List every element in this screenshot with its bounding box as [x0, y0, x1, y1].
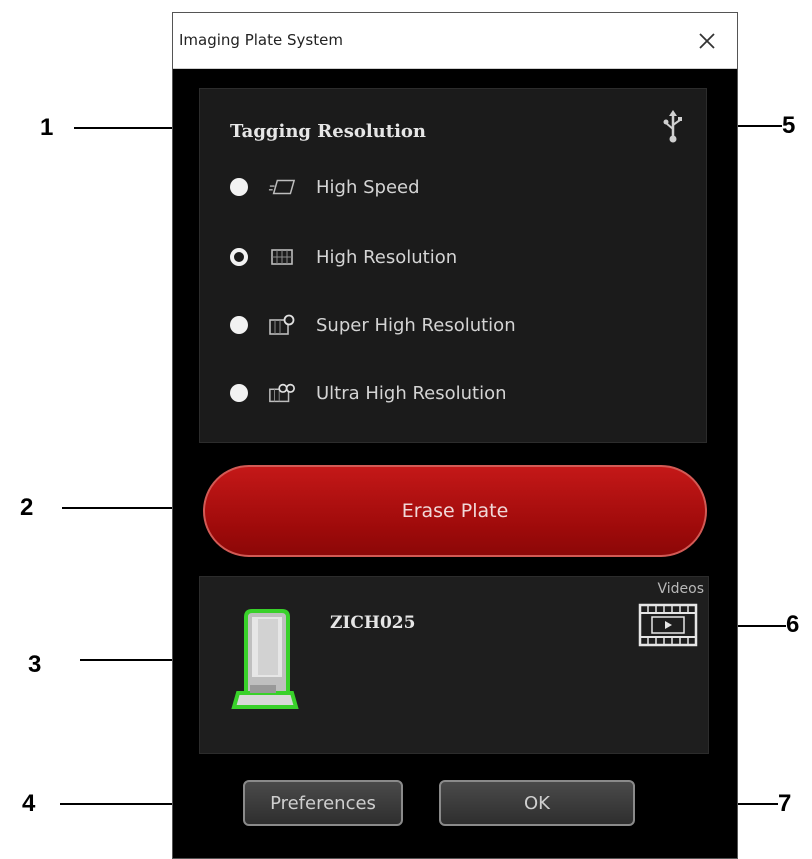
- window-title: Imaging Plate System: [179, 31, 343, 49]
- high-speed-icon: [268, 176, 296, 198]
- videos-label: Videos: [657, 581, 704, 597]
- tagging-resolution-panel: Tagging Resolution High Speed High Resol…: [199, 88, 707, 443]
- option-label: High Resolution: [316, 246, 458, 268]
- option-high-resolution[interactable]: High Resolution: [230, 241, 457, 273]
- callout-line-3: [80, 659, 174, 661]
- callout-number-2: 2: [20, 494, 34, 521]
- preferences-button[interactable]: Preferences: [243, 780, 403, 826]
- usb-icon: [662, 109, 684, 147]
- erase-plate-button[interactable]: Erase Plate: [203, 465, 707, 557]
- option-ultra-high-resolution[interactable]: Ultra High Resolution: [230, 377, 507, 409]
- erase-plate-label: Erase Plate: [401, 500, 509, 522]
- callout-line-1: [74, 127, 174, 129]
- radio-ultra-high-resolution[interactable]: [230, 384, 248, 402]
- tagging-resolution-title: Tagging Resolution: [230, 121, 427, 142]
- radio-high-speed[interactable]: [230, 178, 248, 196]
- video-film-icon: [638, 603, 698, 647]
- high-resolution-icon: [268, 246, 296, 268]
- callout-line-2: [62, 507, 174, 509]
- option-high-speed[interactable]: High Speed: [230, 171, 420, 203]
- callout-number-1: 1: [40, 114, 54, 141]
- close-button[interactable]: [687, 21, 727, 61]
- ultra-high-resolution-icon: [268, 382, 296, 404]
- option-super-high-resolution[interactable]: Super High Resolution: [230, 309, 516, 341]
- option-label: Ultra High Resolution: [316, 382, 507, 404]
- title-bar: Imaging Plate System: [173, 13, 737, 69]
- ok-label: OK: [524, 792, 550, 814]
- close-icon: [699, 33, 715, 49]
- callout-number-4: 4: [22, 790, 36, 817]
- callout-number-5: 5: [782, 112, 796, 139]
- option-label: Super High Resolution: [316, 314, 516, 336]
- callout-number-6: 6: [786, 611, 800, 638]
- super-high-resolution-icon: [268, 314, 296, 336]
- radio-super-high-resolution[interactable]: [230, 316, 248, 334]
- device-panel: ZICH025 Videos: [199, 576, 709, 754]
- callout-number-7: 7: [778, 790, 792, 817]
- preferences-label: Preferences: [270, 792, 376, 814]
- scanner-device-icon[interactable]: [230, 607, 302, 721]
- device-name: ZICH025: [330, 613, 416, 633]
- ok-button[interactable]: OK: [439, 780, 635, 826]
- option-label: High Speed: [316, 176, 420, 198]
- imaging-plate-window: Imaging Plate System Tagging Resolution: [172, 12, 738, 859]
- callout-number-3: 3: [28, 651, 42, 678]
- radio-high-resolution[interactable]: [230, 248, 248, 266]
- videos-button[interactable]: [638, 603, 698, 651]
- callout-line-4: [60, 803, 174, 805]
